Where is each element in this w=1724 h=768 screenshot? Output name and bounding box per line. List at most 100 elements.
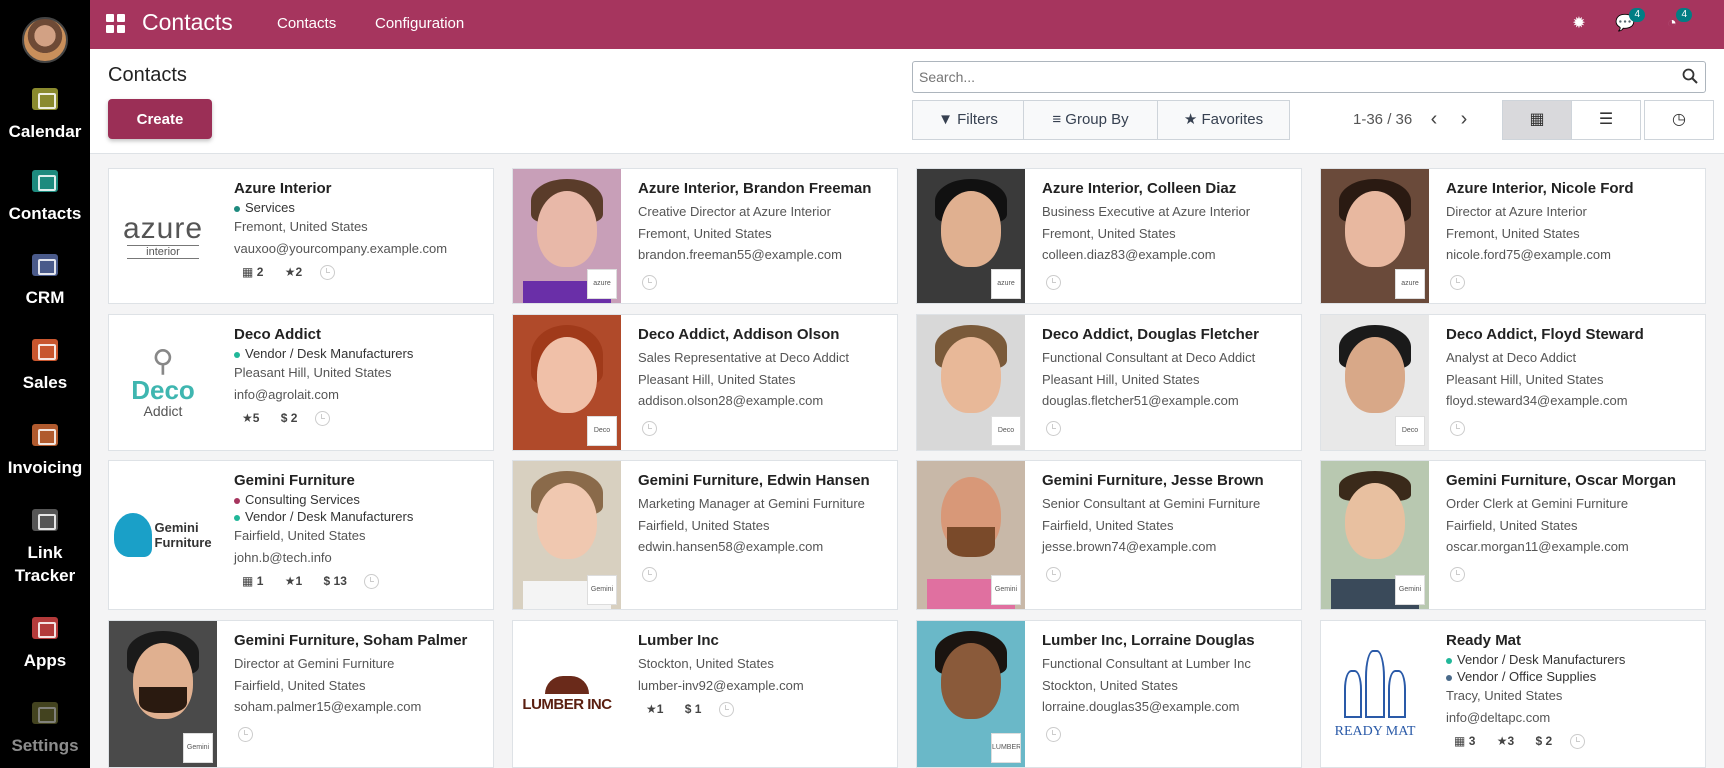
kanban-card[interactable]: Deco Deco Addict, Addison Olson Sales Re… (512, 314, 898, 451)
sales-stat[interactable]: $ 13 (324, 572, 347, 590)
company-mini-logo: azure (587, 269, 617, 299)
kanban-card[interactable]: Gemini Gemini Furniture, Edwin Hansen Ma… (512, 460, 898, 610)
card-email: soham.palmer15@example.com (234, 699, 422, 714)
card-location: Fairfield, United States (234, 528, 366, 543)
company-mini-logo: azure (991, 269, 1021, 299)
kanban-card[interactable]: azure Azure Interior, Brandon Freeman Cr… (512, 168, 898, 304)
kanban-card[interactable]: Deco Deco Addict, Floyd Steward Analyst … (1320, 314, 1706, 451)
pager-next-icon[interactable]: › (1453, 107, 1475, 131)
activity-clock-icon[interactable] (1450, 420, 1465, 436)
sidebar-item-label: Calendar (8, 122, 82, 141)
group-by-icon: ≡ (1052, 111, 1062, 128)
activity-clock-icon[interactable] (642, 420, 657, 436)
kanban-card[interactable]: READY MAT Ready Mat Vendor / Desk Manufa… (1320, 620, 1706, 768)
activity-clock-icon[interactable] (1046, 726, 1061, 742)
activity-view-button[interactable]: ◷ (1644, 100, 1714, 140)
sidebar-item-apps[interactable]: Apps (0, 617, 90, 672)
list-view-button[interactable]: ☰ (1571, 100, 1641, 140)
activity-clock-icon[interactable] (1450, 566, 1465, 582)
opportunities-stat[interactable]: ★3 (1497, 732, 1514, 750)
search-input[interactable] (919, 63, 1659, 91)
company-logo: Gemini Furniture (109, 461, 217, 609)
app-name[interactable]: Contacts (142, 9, 233, 36)
sidebar-item-calendar[interactable]: Calendar (0, 88, 90, 143)
card-body: Ready Mat Vendor / Desk Manufacturers Ve… (1446, 631, 1699, 750)
menu-configuration[interactable]: Configuration (375, 15, 464, 32)
kanban-card[interactable]: ⚲ Deco Addict Deco Addict Vendor / Desk … (108, 314, 494, 451)
opportunities-stat[interactable]: ★5 (242, 409, 259, 427)
activity-clock-icon[interactable] (642, 274, 657, 290)
user-avatar[interactable] (22, 17, 68, 63)
sidebar-item-invoicing[interactable]: Invoicing (0, 424, 90, 479)
sidebar-item-settings[interactable]: Settings (0, 702, 90, 757)
sidebar-item-link-tracker[interactable]: Link Tracker (0, 509, 90, 587)
activity-clock-icon[interactable] (1450, 274, 1465, 290)
activity-clock-icon[interactable] (1046, 566, 1061, 582)
card-title: Gemini Furniture, Edwin Hansen (638, 472, 870, 489)
kanban-card[interactable]: azure interior Azure Interior Services F… (108, 168, 494, 304)
crm-icon (32, 254, 58, 276)
messages-icon[interactable]: 💬 4 (1614, 8, 1645, 35)
activity-clock-icon[interactable] (1046, 420, 1061, 436)
card-stats: ▦ 1 ★1 $ 13 (234, 572, 487, 590)
pager-previous-icon[interactable]: ‹ (1423, 107, 1445, 131)
filters-button[interactable]: ▼ Filters (912, 100, 1024, 140)
sales-stat[interactable]: $ 2 (281, 409, 298, 427)
activity-clock-icon[interactable] (1046, 274, 1061, 290)
activities-icon[interactable]: ◔ 4 (1661, 8, 1692, 35)
sales-stat[interactable]: $ 2 (1536, 732, 1553, 750)
activity-clock-icon[interactable] (718, 702, 734, 718)
opportunities-stat[interactable]: ★2 (285, 263, 302, 281)
kanban-card[interactable]: LUMBER Lumber Inc, Lorraine Douglas Func… (916, 620, 1302, 768)
company-mini-logo: Gemini (991, 575, 1021, 605)
group-by-label: Group By (1065, 111, 1129, 128)
sidebar-item-sales[interactable]: Sales (0, 339, 90, 394)
sales-stat[interactable]: $ 1 (685, 700, 702, 718)
azure-logo-subtext: interior (126, 245, 200, 259)
kanban-card[interactable]: Deco Deco Addict, Douglas Fletcher Funct… (916, 314, 1302, 451)
pager-value[interactable]: 1-36 / 36 (1353, 111, 1412, 128)
control-panel: Contacts Create ▼ Filters ≡ Group By ★ F… (90, 49, 1724, 154)
group-by-button[interactable]: ≡ Group By (1023, 100, 1158, 140)
meetings-stat[interactable]: ▦ 3 (1454, 732, 1475, 750)
kanban-card[interactable]: Gemini Gemini Furniture, Jesse Brown Sen… (916, 460, 1302, 610)
card-email: nicole.ford75@example.com (1446, 247, 1611, 262)
sidebar-item-contacts[interactable]: Contacts (0, 170, 90, 225)
sidebar-item-crm[interactable]: CRM (0, 254, 90, 309)
favorites-button[interactable]: ★ Favorites (1157, 100, 1290, 140)
kanban-view-button[interactable]: ▦ (1502, 100, 1572, 140)
kanban-card[interactable]: Gemini Gemini Furniture, Oscar Morgan Or… (1320, 460, 1706, 610)
create-button[interactable]: Create (108, 99, 212, 139)
meetings-stat[interactable]: ▦ 2 (242, 263, 263, 281)
menu-contacts[interactable]: Contacts (277, 15, 336, 32)
meetings-stat[interactable]: ▦ 1 (242, 572, 263, 590)
company-logo: READY MAT (1321, 621, 1429, 767)
card-body: Azure Interior, Brandon Freeman Creative… (638, 179, 891, 292)
opportunities-stat[interactable]: ★1 (285, 572, 302, 590)
filter-icon: ▼ (938, 111, 953, 128)
activity-clock-icon[interactable] (238, 726, 253, 742)
card-email: oscar.morgan11@example.com (1446, 539, 1629, 554)
activity-clock-icon[interactable] (319, 265, 335, 281)
lumber-logo-text: LUMBER INC (522, 695, 612, 713)
card-job: Senior Consultant at Gemini Furniture (1042, 496, 1261, 511)
activity-clock-icon[interactable] (642, 566, 657, 582)
opportunities-stat[interactable]: ★1 (646, 700, 663, 718)
sidebar-item-label: Apps (23, 651, 67, 670)
card-body: Gemini Furniture, Oscar Morgan Order Cle… (1446, 471, 1699, 584)
card-stats: ★1 $ 1 (638, 700, 891, 718)
app-menu-icon[interactable] (106, 14, 126, 34)
kanban-card[interactable]: azure Azure Interior, Colleen Diaz Busin… (916, 168, 1302, 304)
activity-clock-icon[interactable] (1569, 734, 1585, 750)
search-icon[interactable] (1682, 68, 1698, 84)
bug-icon[interactable]: ✹ (1568, 13, 1590, 35)
activity-clock-icon[interactable] (364, 574, 380, 590)
kanban-card[interactable]: Gemini Furniture Gemini Furniture Consul… (108, 460, 494, 610)
chair-icon (113, 513, 152, 557)
kanban-card[interactable]: azure Azure Interior, Nicole Ford Direct… (1320, 168, 1706, 304)
activity-clock-icon[interactable] (314, 411, 330, 427)
card-title: Lumber Inc (638, 632, 719, 649)
kanban-card[interactable]: Gemini Gemini Furniture, Soham Palmer Di… (108, 620, 494, 768)
card-job: Marketing Manager at Gemini Furniture (638, 496, 865, 511)
kanban-card[interactable]: LUMBER INC Lumber Inc Stockton, United S… (512, 620, 898, 768)
